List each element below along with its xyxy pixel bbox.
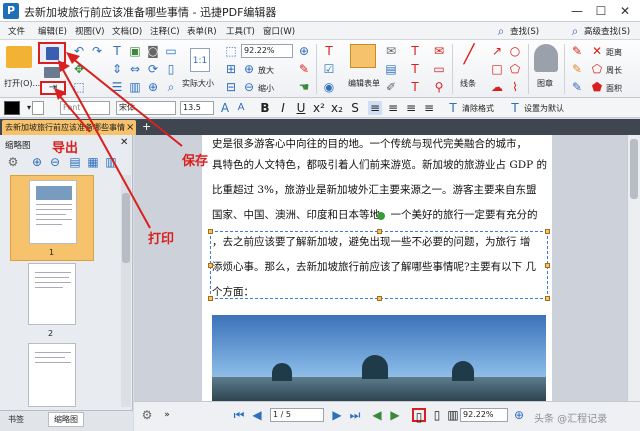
export-arrow: [57, 93, 91, 133]
print-annotation: 打印: [148, 232, 175, 247]
save-arrow: [71, 57, 183, 147]
export-annotation: 导出: [52, 141, 79, 156]
annotation-arrows: [54, 52, 183, 229]
export-arrowhead: [54, 88, 66, 100]
save-annotation: 保存: [182, 154, 209, 169]
